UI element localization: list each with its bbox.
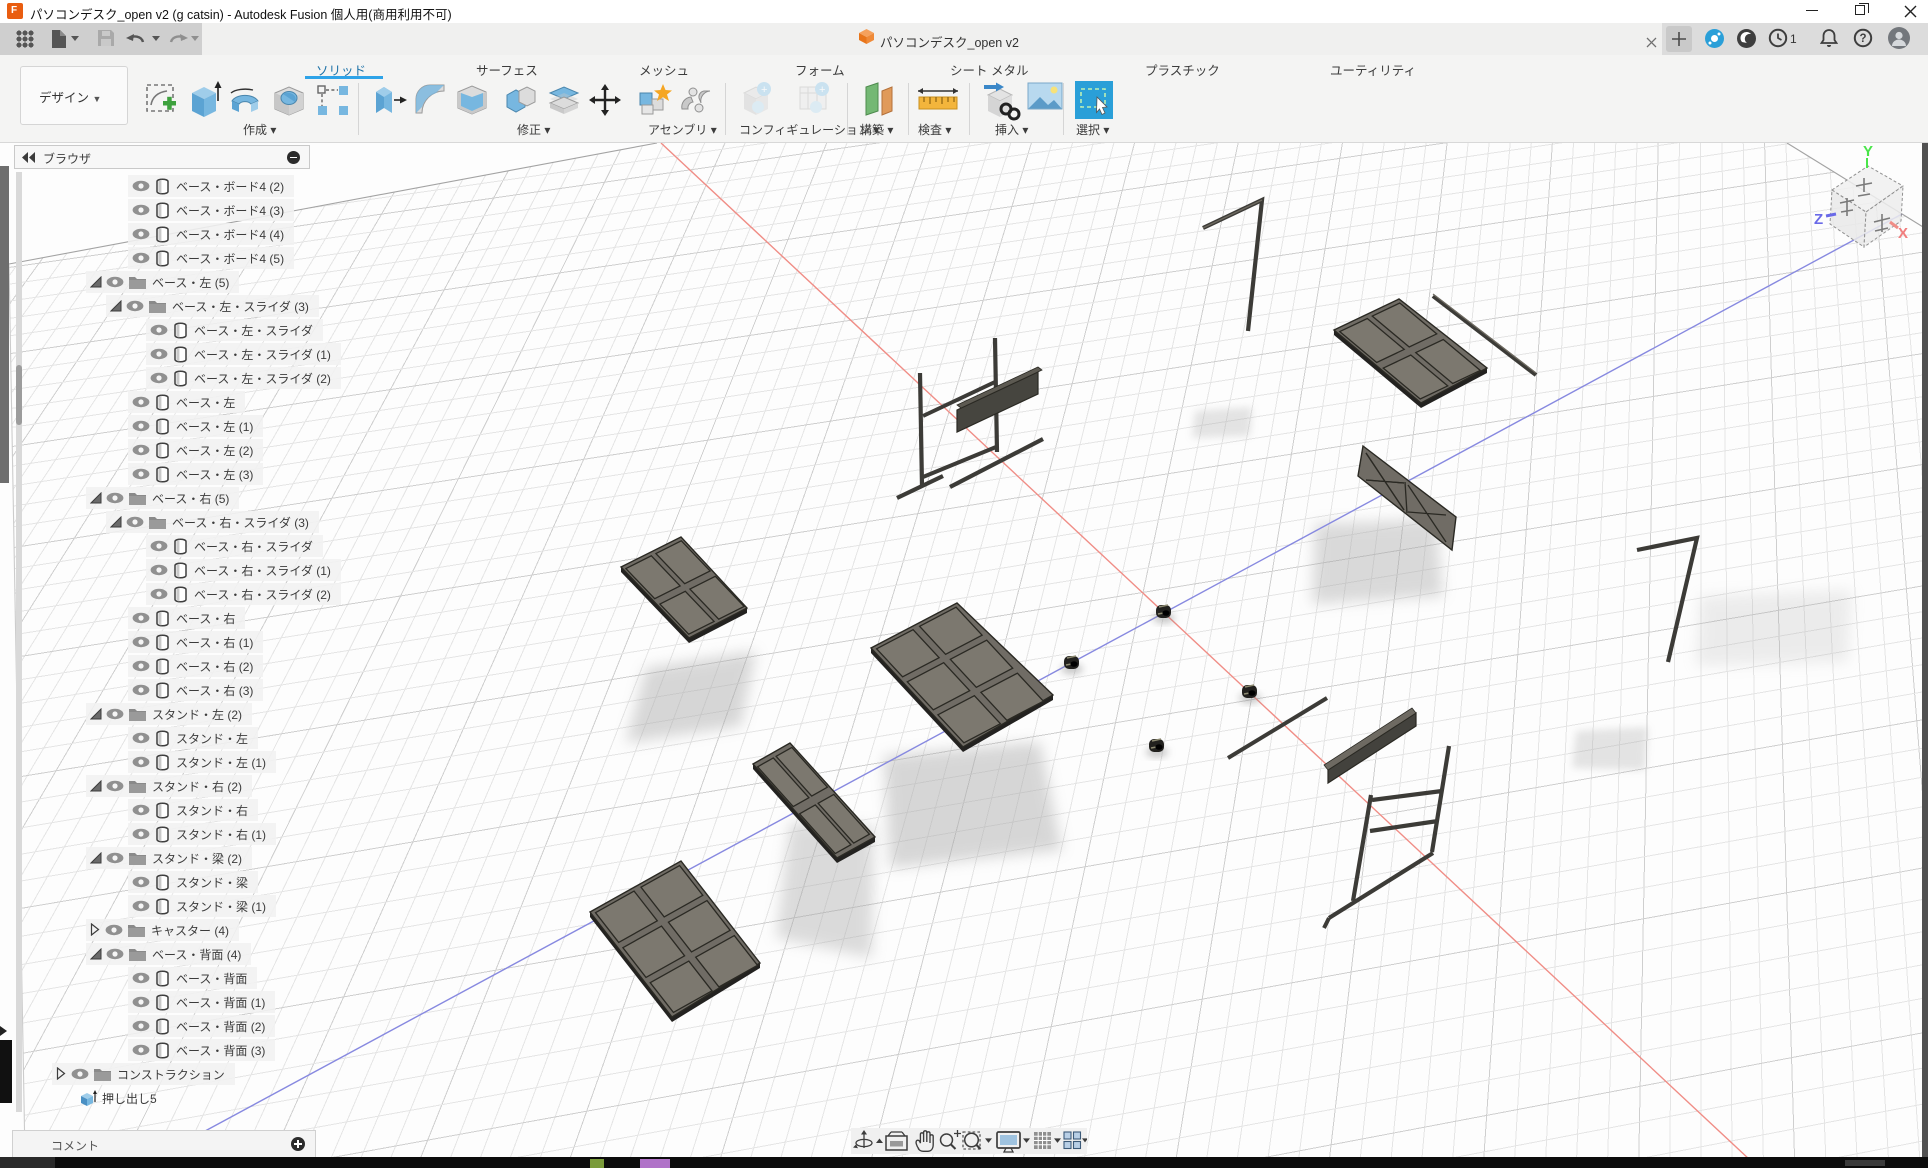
svg-text:X: X bbox=[1898, 225, 1908, 242]
svg-text:Z: Z bbox=[1814, 211, 1823, 228]
svg-text:+: + bbox=[819, 84, 825, 96]
svg-text:+: + bbox=[761, 84, 767, 96]
svg-text:Y: Y bbox=[1863, 143, 1873, 160]
svg-text:?: ? bbox=[1860, 33, 1867, 45]
